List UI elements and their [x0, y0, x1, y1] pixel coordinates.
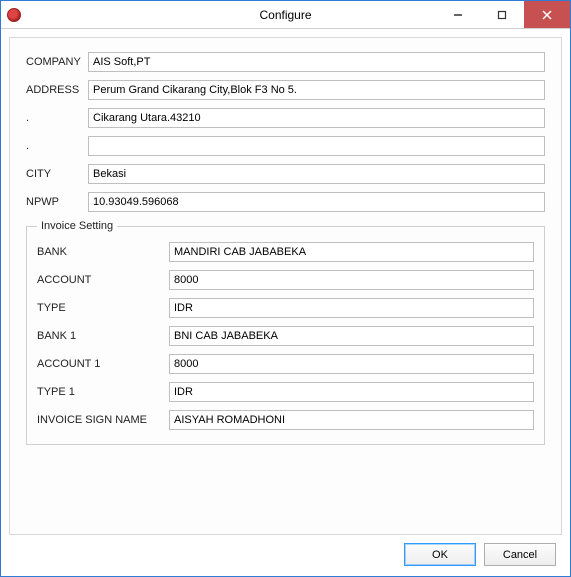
- maximize-button[interactable]: [480, 1, 524, 28]
- bank1-input[interactable]: [169, 326, 534, 346]
- cancel-button[interactable]: Cancel: [484, 543, 556, 566]
- titlebar: Configure: [1, 1, 570, 29]
- invoice-legend: Invoice Setting: [37, 220, 117, 232]
- company-label: COMPANY: [26, 56, 88, 68]
- address2-input[interactable]: [88, 108, 545, 128]
- ok-button[interactable]: OK: [404, 543, 476, 566]
- configure-window: Configure COMPANY ADDRESS .: [0, 0, 571, 577]
- address3-label: .: [26, 140, 88, 152]
- address2-label: .: [26, 112, 88, 124]
- account1-input[interactable]: [169, 354, 534, 374]
- bank-label: BANK: [37, 246, 169, 258]
- npwp-input[interactable]: [88, 192, 545, 212]
- invoice-sign-label: INVOICE SIGN NAME: [37, 414, 169, 426]
- close-button[interactable]: [524, 1, 570, 28]
- account1-label: ACCOUNT 1: [37, 358, 169, 370]
- button-bar: OK Cancel: [9, 535, 562, 568]
- form-panel: COMPANY ADDRESS . . CITY NPWP: [9, 37, 562, 535]
- city-input[interactable]: [88, 164, 545, 184]
- invoice-sign-input[interactable]: [169, 410, 534, 430]
- type1-input[interactable]: [169, 382, 534, 402]
- app-icon: [7, 8, 21, 22]
- type-input[interactable]: [169, 298, 534, 318]
- account-label: ACCOUNT: [37, 274, 169, 286]
- address3-input[interactable]: [88, 136, 545, 156]
- npwp-label: NPWP: [26, 196, 88, 208]
- type1-label: TYPE 1: [37, 386, 169, 398]
- account-input[interactable]: [169, 270, 534, 290]
- minimize-button[interactable]: [436, 1, 480, 28]
- invoice-setting-group: Invoice Setting BANK ACCOUNT TYPE BANK 1: [26, 220, 545, 445]
- bank-input[interactable]: [169, 242, 534, 262]
- company-input[interactable]: [88, 52, 545, 72]
- type-label: TYPE: [37, 302, 169, 314]
- bank1-label: BANK 1: [37, 330, 169, 342]
- city-label: CITY: [26, 168, 88, 180]
- address-label: ADDRESS: [26, 84, 88, 96]
- address-input[interactable]: [88, 80, 545, 100]
- window-controls: [436, 1, 570, 28]
- client-area: COMPANY ADDRESS . . CITY NPWP: [1, 29, 570, 576]
